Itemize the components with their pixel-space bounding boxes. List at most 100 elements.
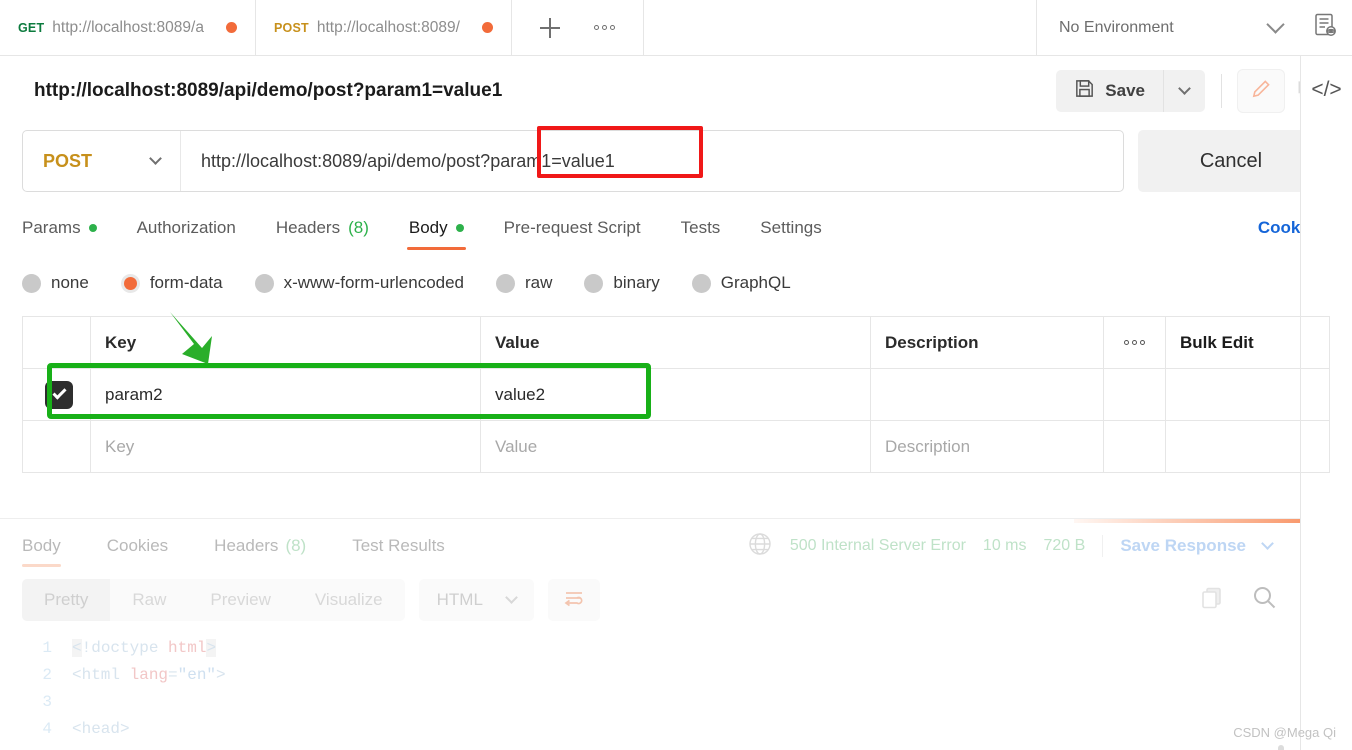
tab-label: Cookies	[106, 536, 169, 555]
bulk-edit-button[interactable]: Bulk Edit	[1165, 316, 1330, 369]
view-mode-raw[interactable]: Raw	[110, 579, 188, 621]
response-time: 10 ms	[982, 537, 1027, 554]
response-tab-headers[interactable]: Headers (8)	[202, 519, 318, 573]
ellipsis-icon	[1118, 340, 1151, 345]
tab-name-label: http://localhost:8089/	[316, 18, 460, 36]
url-bar-row: POST http://localhost:8089/api/demo/post…	[0, 126, 1352, 192]
tab-label: Authorization	[136, 218, 236, 237]
response-tab-cookies[interactable]: Cookies	[95, 519, 180, 573]
body-type-none[interactable]: none	[22, 273, 89, 293]
response-body-code[interactable]: 1 <!doctype html> 2 <html lang="en"> 3 4…	[0, 627, 1300, 750]
body-type-graphql[interactable]: GraphQL	[691, 273, 791, 293]
environment-quick-look-icon[interactable]	[1312, 12, 1338, 43]
code-line: 1 <!doctype html>	[0, 639, 1300, 666]
placeholder-description-input[interactable]: Description	[870, 420, 1104, 473]
tab-method-label: POST	[274, 20, 309, 35]
body-type-form-data[interactable]: form-data	[120, 273, 223, 293]
request-tab-0[interactable]: GET http://localhost:8089/a	[0, 0, 256, 55]
tab-label: Test Results	[352, 536, 445, 555]
row-value-input[interactable]: value2	[480, 368, 871, 421]
response-scrollbar-thumb[interactable]	[1278, 745, 1284, 750]
http-method-select[interactable]: POST	[23, 131, 181, 191]
ellipsis-icon[interactable]	[594, 25, 615, 30]
response-header: Body Cookies Headers (8) Test Results 50…	[0, 519, 1300, 573]
copy-icon[interactable]	[1199, 585, 1225, 616]
tab-authorization[interactable]: Authorization	[137, 206, 236, 250]
code-brackets-icon[interactable]: </>	[1311, 78, 1341, 102]
code-line: 2 <html lang="en">	[0, 666, 1300, 693]
request-tab-bar: GET http://localhost:8089/a POST http://…	[0, 0, 1352, 56]
tab-settings[interactable]: Settings	[760, 206, 821, 250]
postman-window: GET http://localhost:8089/a POST http://…	[0, 0, 1352, 750]
save-button[interactable]: Save	[1056, 70, 1163, 112]
wrap-lines-button[interactable]	[547, 579, 600, 621]
tab-tests[interactable]: Tests	[681, 206, 721, 250]
response-format-select[interactable]: HTML	[418, 579, 534, 621]
table-row[interactable]: param2 value2	[22, 368, 1330, 421]
body-type-radio-group: none form-data x-www-form-urlencoded raw…	[0, 266, 1352, 300]
body-type-raw[interactable]: raw	[496, 273, 552, 293]
plus-icon[interactable]	[540, 17, 560, 38]
view-mode-visualize[interactable]: Visualize	[293, 579, 405, 621]
line-number: 3	[42, 693, 52, 711]
radio-label: raw	[525, 273, 553, 292]
table-placeholder-row[interactable]: Key Value Description	[22, 420, 1330, 473]
body-type-binary[interactable]: binary	[584, 273, 660, 293]
radio-label: binary	[613, 273, 660, 292]
response-meta: 500 Internal Server Error 10 ms 720 B Sa…	[747, 531, 1274, 562]
radio-label: x-www-form-urlencoded	[283, 273, 465, 292]
request-title-actions: Save	[1056, 70, 1330, 112]
tab-pre-request-script[interactable]: Pre-request Script	[504, 206, 641, 250]
response-progress-bar	[1074, 519, 1300, 523]
view-mode-pretty[interactable]: Pretty	[22, 579, 111, 621]
tab-label: Body	[22, 536, 61, 555]
tab-bar-spacer	[644, 0, 1037, 55]
unsaved-indicator-dot	[226, 22, 237, 33]
placeholder-key-input[interactable]: Key	[90, 420, 481, 473]
cancel-button[interactable]: Cancel	[1138, 130, 1324, 192]
save-button-group: Save	[1056, 70, 1205, 112]
line-number: 4	[42, 720, 52, 738]
url-input[interactable]: http://localhost:8089/api/demo/post?para…	[181, 151, 1123, 172]
response-tab-body[interactable]: Body	[10, 519, 73, 573]
response-tab-test-results[interactable]: Test Results	[340, 519, 457, 573]
chevron-down-icon	[149, 152, 162, 165]
chevron-down-icon[interactable]	[1261, 537, 1274, 550]
request-tab-1[interactable]: POST http://localhost:8089/	[256, 0, 512, 55]
chevron-down-icon	[1178, 82, 1191, 95]
globe-icon	[747, 531, 773, 562]
headers-count: (8)	[348, 218, 369, 237]
line-content: <html lang="en">	[72, 666, 226, 684]
tab-headers[interactable]: Headers (8)	[276, 206, 369, 250]
save-response-button[interactable]: Save Response	[1120, 536, 1246, 556]
row-enabled-cell	[22, 368, 91, 421]
pencil-icon	[1250, 78, 1272, 105]
environment-selector[interactable]: No Environment	[1037, 0, 1352, 55]
tab-method-label: GET	[18, 20, 45, 35]
tab-body[interactable]: Body	[406, 206, 466, 250]
row-checkbox[interactable]	[45, 380, 73, 409]
tab-label: Settings	[760, 218, 822, 237]
view-mode-preview[interactable]: Preview	[188, 579, 292, 621]
bulk-edit-label: Bulk Edit	[1180, 332, 1254, 352]
watermark: CSDN @Mega Qi	[1233, 725, 1336, 740]
url-bar: POST http://localhost:8089/api/demo/post…	[22, 126, 1124, 192]
placeholder-value-input[interactable]: Value	[480, 420, 871, 473]
code-line: 3	[0, 693, 1300, 720]
row-key-input[interactable]: param2	[90, 368, 481, 421]
tab-label: Params	[22, 218, 81, 237]
header-more-actions[interactable]	[1103, 316, 1166, 369]
http-method-label: POST	[43, 150, 93, 171]
tab-params[interactable]: Params	[22, 206, 97, 250]
placeholder-more-cell	[1103, 420, 1166, 473]
save-options-button[interactable]	[1163, 70, 1205, 112]
row-description-input[interactable]	[870, 368, 1104, 421]
body-type-x-www-form-urlencoded[interactable]: x-www-form-urlencoded	[254, 273, 465, 293]
row-more-cell	[1103, 368, 1166, 421]
environment-name-label: No Environment	[1059, 18, 1174, 36]
chevron-down-icon	[505, 591, 518, 604]
edit-request-button[interactable]	[1238, 70, 1284, 112]
chevron-down-icon[interactable]	[1266, 15, 1285, 34]
line-number: 2	[42, 666, 52, 684]
search-icon[interactable]	[1251, 584, 1278, 616]
